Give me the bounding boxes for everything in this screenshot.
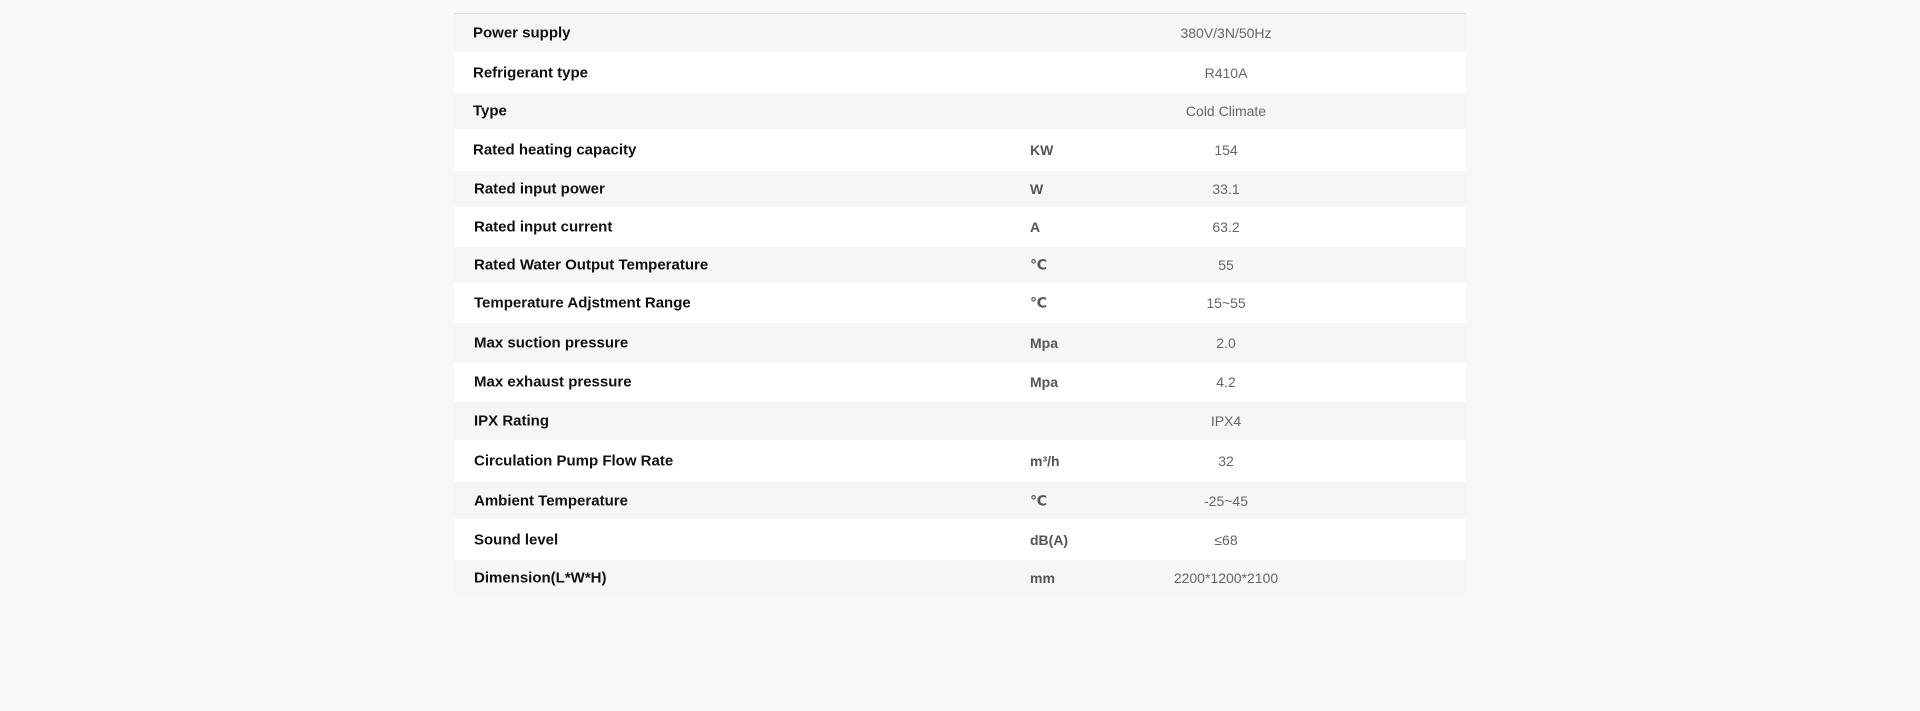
table-row: Rated heating capacity KW 154 [454,129,1466,171]
param-label: Rated input power [474,180,605,198]
table-row: Dimension(L*W*H) mm 2200*1200*2100 [454,560,1466,596]
param-value: 380V/3N/50Hz [1180,25,1272,41]
table-row: Rated Water Output Temperature ℃ 55 [454,247,1466,282]
unit-label: Mpa [1030,334,1058,351]
param-label: IPX Rating [474,412,550,430]
table-row: Circulation Pump Flow Rate m³/h 32 [454,440,1466,482]
table-row: Max exhaust pressure Mpa 4.2 [454,362,1466,402]
param-label: Type [473,102,507,120]
table-row: Power supply 380V/3N/50Hz [454,14,1466,52]
param-label: Rated heating capacity [473,141,637,159]
param-value: 154 [1214,142,1238,158]
param-value: 2200*1200*2100 [1173,570,1279,586]
param-label: Rated input current [474,218,613,236]
param-value: 15~55 [1206,294,1246,311]
table-row: IPX Rating IPX4 [454,402,1466,440]
unit-label: mm [1030,570,1055,586]
param-value: 2.0 [1216,334,1236,351]
param-label: Dimension(L*W*H) [474,569,607,587]
table-row: Rated input power W 33.1 [454,171,1466,207]
param-label: Temperature Adjstment Range [474,294,691,311]
table-row: Refrigerant type R410A [454,52,1466,93]
unit-label: m³/h [1030,453,1060,469]
param-label: Max exhaust pressure [474,373,632,391]
unit-label: W [1030,181,1044,197]
unit-label: A [1030,219,1041,235]
param-value: 4.2 [1216,374,1236,390]
table-row: Temperature Adjstment Range ℃ 15~55 [454,282,1466,323]
param-label: Refrigerant type [473,64,589,81]
unit-label: Mpa [1030,374,1058,390]
spec-table: Power supply 380V/3N/50Hz Refrigerant ty… [454,13,1466,596]
table-row: Rated input current A 63.2 [454,207,1466,247]
param-label: Power supply [473,24,571,42]
table-row: Sound level dB(A) ≤68 [454,519,1466,560]
param-value: IPX4 [1210,413,1242,429]
param-value: -25~45 [1204,492,1248,509]
param-value: 33.1 [1212,181,1240,197]
param-label: Circulation Pump Flow Rate [474,452,674,470]
unit-label: ℃ [1030,492,1047,508]
param-value: 55 [1218,256,1234,273]
unit-label: KW [1030,142,1054,158]
table-row: Ambient Temperature ℃ -25~45 [454,482,1466,519]
param-label: Max suction pressure [474,334,629,351]
table-row: Type Cold Climate [454,93,1466,129]
param-value: ≤68 [1214,531,1238,548]
table-row: Max suction pressure Mpa 2.0 [454,323,1466,362]
param-value: 63.2 [1212,219,1240,235]
unit-label: ℃ [1030,256,1047,272]
param-value: R410A [1204,64,1248,81]
unit-label: ℃ [1030,294,1047,310]
unit-label: dB(A) [1030,531,1069,548]
param-label: Sound level [474,531,559,548]
param-value: Cold Climate [1185,103,1267,119]
param-label: Rated Water Output Temperature [474,256,709,273]
param-value: 32 [1218,453,1234,469]
param-label: Ambient Temperature [474,492,628,509]
